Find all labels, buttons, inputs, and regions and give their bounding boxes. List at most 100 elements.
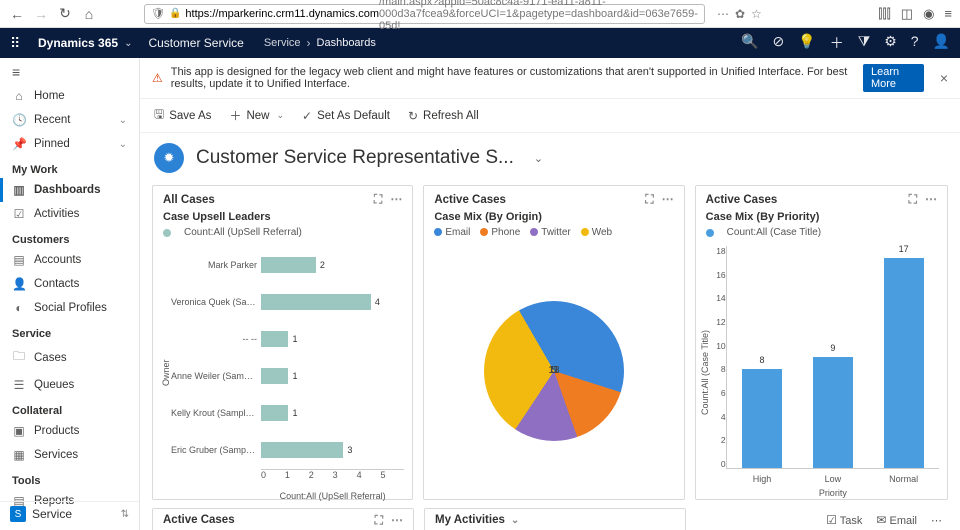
cmd-label: Save As [169,110,211,122]
sidebar-item-home[interactable]: ⌂Home [0,84,139,108]
card-my-activities: My Activities ⌄ [424,508,686,530]
sidebar-group-customers: Customers [0,226,139,248]
filter-icon[interactable]: ⧩ [858,33,871,53]
sidebar-item-label: Contacts [34,278,79,290]
card-subtitle: Case Upsell Leaders [153,211,412,227]
library-icon[interactable]: ⫿⫿⫿ [878,6,890,22]
settings-icon[interactable]: ⚙ [884,33,897,53]
task-flow-icon[interactable]: ⊘ [773,33,785,53]
expand-icon[interactable]: ⛶ [374,192,382,207]
sidebar-item-label: Services [34,449,78,461]
bar-category: -- -- [171,334,257,344]
sidebar-toggle[interactable]: ≡ [0,64,139,84]
cmd-label: Set As Default [317,110,390,122]
legend-swatch [706,229,714,237]
sidebar-area-switcher[interactable]: S Service ⇅ [0,501,139,526]
sidebar-item-social[interactable]: ◐Social Profiles [0,296,139,320]
forward-button[interactable]: → [32,5,50,23]
more-icon[interactable]: ⋯ [390,192,402,207]
url-host: https://mparkerinc.crm11.dynamics.com [185,8,379,20]
add-icon[interactable]: ＋ [830,33,844,53]
sidebar-item-label: Recent [34,114,70,126]
app-top-bar: ⠿ Dynamics 365 ⌄ Customer Service Servic… [0,28,960,58]
sidebar-item-queues[interactable]: ☰Queues [0,373,139,397]
card-title: Active Cases [434,194,506,206]
help-icon[interactable]: ? [911,33,919,53]
sidebar-item-products[interactable]: ▣Products [0,419,139,443]
sidebar-item-activities[interactable]: ☑Activities [0,202,139,226]
chevron-down-icon[interactable]: ⌄ [119,139,127,150]
command-bar: 🖫Save As ＋New⌄ ✓Set As Default ↻Refresh … [140,99,960,133]
new-task-button[interactable]: ☑ Task [826,513,862,527]
home-button[interactable]: ⌂ [80,5,98,23]
expand-icon[interactable]: ⛶ [909,192,917,207]
more-icon[interactable]: ⋯ [662,192,674,207]
card-all-cases: All Cases ⛶⋯ Case Upsell Leaders Count:A… [152,185,413,500]
sidebar-item-accounts[interactable]: ▤Accounts [0,248,139,272]
more-icon[interactable]: ⋯ [931,514,942,527]
app-brand[interactable]: Dynamics 365 [38,36,118,50]
menu-icon[interactable]: ≡ [944,6,952,22]
pie-chart: 13 5 5 11 [424,242,683,499]
sidebar-item-recent[interactable]: 🕓 Recent ⌄ [0,108,139,132]
vbar-column: 9Low [813,357,853,468]
sidebar-icon[interactable]: ◫ [901,6,913,22]
breadcrumb-service[interactable]: Service [264,37,301,49]
x-axis-label: Count:All (UpSell Referral) [261,491,404,501]
search-icon[interactable]: 🔍 [741,33,758,53]
chevron-down-icon[interactable]: ⌄ [124,38,132,49]
more-icon[interactable]: ⋯ [391,513,403,528]
new-button[interactable]: ＋New⌄ [229,107,284,124]
new-email-button[interactable]: ✉ Email [876,513,917,527]
info-banner: ⚠ This app is designed for the legacy we… [140,58,960,99]
refresh-button[interactable]: ↻Refresh All [408,109,479,123]
email-icon: ✉ [876,513,886,527]
learn-more-button[interactable]: Learn More [863,64,924,92]
vbar-chart: Count:All (Case Title) 024681012141618 8… [696,242,947,499]
clock-icon: 🕓 [12,113,26,127]
legend-swatch [530,228,538,236]
area-label: Service [32,507,72,521]
account-icon[interactable]: ◉ [923,6,934,22]
warning-icon: ⚠ [152,71,163,85]
hbar-row: Kelly Krout (Sample D...1 [171,405,398,421]
expand-icon[interactable]: ⛶ [375,513,383,528]
reload-button[interactable]: ↻ [56,5,74,23]
assistant-icon[interactable]: 💡 [798,33,815,53]
sidebar-item-label: Products [34,425,79,437]
sidebar-item-services[interactable]: ▦Services [0,443,139,467]
ellipsis-icon[interactable]: ⋯ [717,7,729,21]
sidebar-item-pinned[interactable]: 📌Pinned⌄ [0,132,139,156]
chevron-down-icon[interactable]: ⌄ [511,515,519,526]
sidebar-item-dashboards[interactable]: ▥Dashboards [0,178,139,202]
user-icon[interactable]: 👤 [933,33,950,53]
sidebar-group-mywork: My Work [0,156,139,178]
bookmark-icon[interactable]: ☆ [751,7,762,21]
sidebar-item-contacts[interactable]: 👤Contacts [0,272,139,296]
lock-icon: 🔒 [169,8,181,19]
cmd-label: New [246,110,269,122]
pie-value-label: 11 [549,365,559,376]
reader-icon[interactable]: ✿ [735,7,745,21]
back-button[interactable]: ← [8,5,26,23]
breadcrumb-area[interactable]: Customer Service [148,36,243,50]
more-icon[interactable]: ⋯ [925,192,937,207]
hbar-chart: Owner Mark Parker2Veronica Quek (Sampl..… [153,242,412,499]
vbar-column: 8High [742,369,782,468]
save-as-button[interactable]: 🖫Save As [154,105,211,126]
set-default-button[interactable]: ✓Set As Default [302,109,390,123]
app-launcher-icon[interactable]: ⠿ [10,35,30,52]
case-icon: 🗀 [12,347,26,368]
chevron-down-icon[interactable]: ⌄ [276,110,284,121]
legend-swatch [581,228,589,236]
close-icon[interactable]: × [940,70,948,86]
x-axis-label: Priority [727,488,939,498]
legend-swatch [480,228,488,236]
url-bar[interactable]: 🛡 🔒 https://mparkerinc.crm11.dynamics.co… [144,4,705,24]
sidebar-group-collateral: Collateral [0,397,139,419]
sidebar-item-label: Accounts [34,254,81,266]
sidebar-item-cases[interactable]: 🗀Cases [0,342,139,373]
chevron-down-icon[interactable]: ⌄ [119,115,127,126]
chevron-down-icon[interactable]: ⌄ [534,152,543,165]
expand-icon[interactable]: ⛶ [645,192,653,207]
